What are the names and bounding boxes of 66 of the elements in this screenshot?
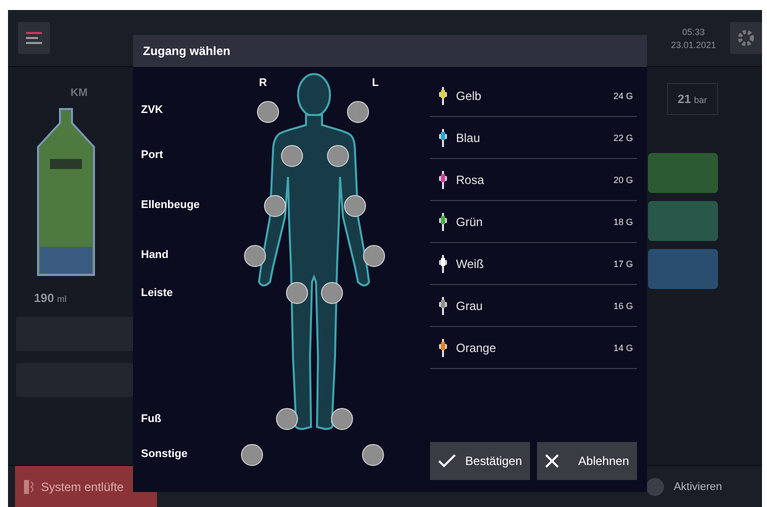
panel-label: KM (70, 87, 88, 99)
site-label: Port (141, 149, 163, 161)
pressure-field: 21 bar (666, 83, 718, 115)
site-point[interactable] (347, 101, 369, 123)
catheter-icon (438, 86, 448, 104)
catheter-row[interactable]: Grün 18 G (430, 201, 637, 243)
catheter-row[interactable]: Orange 14 G (430, 327, 637, 369)
catheter-name: Rosa (456, 172, 486, 186)
gauge-label: 20 G (613, 174, 633, 184)
volume-value: 190 (34, 291, 54, 305)
site-point[interactable] (241, 444, 263, 466)
site-point[interactable] (244, 245, 266, 267)
volume-unit: ml (57, 294, 67, 304)
catheter-icon (438, 338, 448, 356)
catheter-name: Blau (456, 130, 482, 144)
gauge-label: 17 G (613, 258, 633, 268)
side-label: L (372, 77, 379, 89)
site-label: Sonstige (141, 448, 188, 460)
catheter-row[interactable]: Rosa 20 G (430, 159, 637, 201)
site-point[interactable] (331, 408, 353, 430)
site-label: Ellenbeuge (141, 199, 200, 211)
dialog-title: Zugang wählen (133, 35, 647, 67)
tile[interactable] (648, 153, 718, 193)
check-icon (438, 454, 456, 468)
catheter-row[interactable]: Weiß 17 G (430, 243, 637, 285)
settings-icon[interactable] (730, 22, 762, 54)
catheter-icon (438, 128, 448, 146)
site-point[interactable] (257, 101, 279, 123)
confirm-button[interactable]: Bestätigen (430, 442, 530, 480)
site-label: Leiste (141, 287, 173, 299)
site-point[interactable] (264, 195, 286, 217)
gauge-label: 16 G (613, 300, 633, 310)
list-icon[interactable] (18, 22, 50, 54)
date-text: 23.01.2021 (670, 40, 716, 50)
site-point[interactable] (344, 195, 366, 217)
site-point[interactable] (286, 282, 308, 304)
site-point[interactable] (363, 245, 385, 267)
gauge-label: 24 G (613, 90, 633, 100)
close-icon (545, 454, 559, 468)
time-text: 05:33 (682, 26, 705, 36)
catheter-row[interactable]: Blau 22 G (430, 117, 637, 159)
side-label: R (259, 77, 267, 89)
catheter-name: Gelb (456, 88, 482, 102)
site-point[interactable] (276, 408, 298, 430)
tile[interactable] (648, 201, 718, 241)
catheter-name: Grau (456, 298, 484, 312)
tile[interactable] (648, 249, 718, 289)
circle-icon (646, 478, 664, 496)
site-label: Hand (141, 249, 168, 261)
catheter-icon (438, 170, 448, 188)
site-label: ZVK (141, 104, 163, 116)
catheter-name: Weiß (456, 256, 485, 270)
catheter-row[interactable]: Grau 16 G (430, 285, 637, 327)
site-label: Fuß (141, 413, 162, 425)
catheter-icon (438, 254, 448, 272)
catheter-icon (438, 212, 448, 230)
activate-label[interactable]: Aktivieren (674, 480, 722, 492)
catheter-name: Orange (456, 340, 498, 354)
gauge-label: 22 G (613, 132, 633, 142)
reject-button[interactable]: Ablehnen (537, 442, 637, 480)
catheter-icon (438, 296, 448, 314)
catheter-name: Grün (456, 214, 484, 228)
gauge-label: 18 G (613, 216, 633, 226)
gauge-label: 14 G (613, 342, 633, 352)
site-point[interactable] (362, 444, 384, 466)
catheter-row[interactable]: Gelb 24 G (430, 75, 637, 117)
